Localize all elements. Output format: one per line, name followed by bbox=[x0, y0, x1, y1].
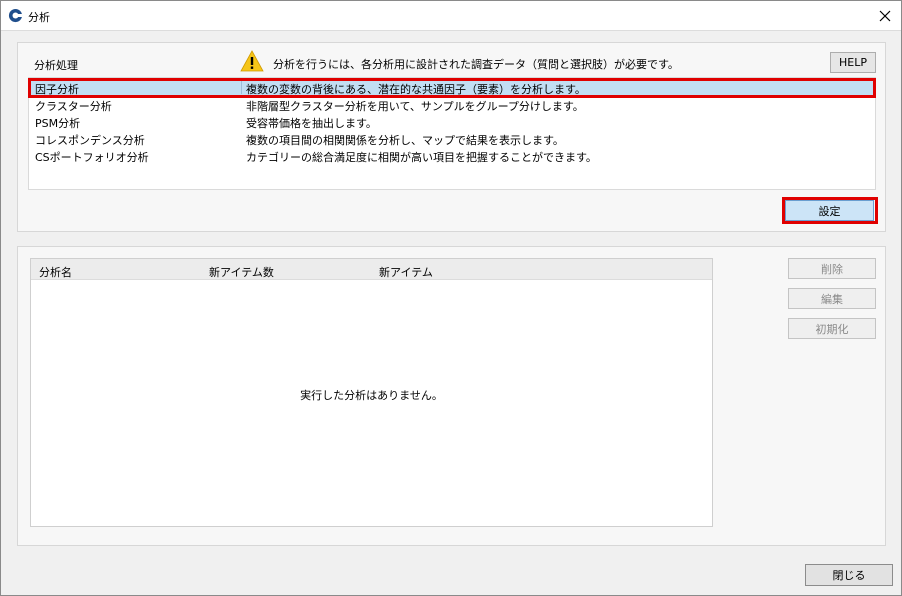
analysis-description: 複数の項目間の相関関係を分析し、マップで結果を表示します。 bbox=[246, 134, 564, 147]
column-header-new-item-count[interactable]: 新アイテム数 bbox=[209, 264, 274, 280]
analysis-type-list[interactable]: 因子分析 複数の変数の背後にある、潜在的な共通因子（要素）を分析します。 クラス… bbox=[28, 77, 876, 190]
analysis-name: 因子分析 bbox=[35, 83, 79, 96]
analysis-name: CSポートフォリオ分析 bbox=[35, 151, 149, 164]
help-button[interactable]: HELP bbox=[830, 52, 876, 73]
analysis-name: PSM分析 bbox=[35, 117, 81, 130]
close-icon bbox=[879, 10, 891, 21]
delete-button[interactable]: 削除 bbox=[788, 258, 876, 279]
window-title: 分析 bbox=[28, 11, 50, 24]
list-item[interactable]: PSM分析 受容帯価格を抽出します。 bbox=[29, 113, 875, 130]
title-bar: 分析 bbox=[1, 1, 901, 31]
analysis-dialog: 分析 分析処理 分析を行うには、各分析用に設計された調査データ（質問と選択肢）が… bbox=[0, 0, 902, 596]
analysis-app-icon bbox=[8, 8, 23, 23]
list-item[interactable]: クラスター分析 非階層型クラスター分析を用いて、サンプルをグループ分けします。 bbox=[29, 96, 875, 113]
analysis-description: 非階層型クラスター分析を用いて、サンプルをグループ分けします。 bbox=[246, 100, 584, 113]
analysis-type-panel: 分析処理 分析を行うには、各分析用に設計された調査データ（質問と選択肢）が必要で… bbox=[17, 42, 886, 232]
list-item[interactable]: コレスポンデンス分析 複数の項目間の相関関係を分析し、マップで結果を表示します。 bbox=[29, 130, 875, 147]
close-button[interactable]: 閉じる bbox=[805, 564, 893, 586]
list-item[interactable]: 因子分析 複数の変数の背後にある、潜在的な共通因子（要素）を分析します。 bbox=[29, 79, 875, 96]
analysis-description: カテゴリーの総合満足度に相関が高い項目を把握することができます。 bbox=[246, 151, 597, 164]
settings-button[interactable]: 設定 bbox=[785, 200, 874, 221]
warning-message: 分析を行うには、各分析用に設計された調査データ（質問と選択肢）が必要です。 bbox=[273, 58, 679, 71]
edit-button[interactable]: 編集 bbox=[788, 288, 876, 309]
results-panel: 分析名 新アイテム数 新アイテム 実行した分析はありません。 削除 編集 初期化 bbox=[17, 246, 886, 546]
warning-triangle-icon bbox=[240, 50, 264, 72]
column-header-analysis-name[interactable]: 分析名 bbox=[39, 264, 72, 280]
analysis-name: コレスポンデンス分析 bbox=[35, 134, 145, 147]
table-header: 分析名 新アイテム数 新アイテム bbox=[31, 259, 712, 280]
window-close-button[interactable] bbox=[869, 1, 901, 30]
results-table[interactable]: 分析名 新アイテム数 新アイテム 実行した分析はありません。 bbox=[30, 258, 713, 527]
analysis-name: クラスター分析 bbox=[35, 100, 112, 113]
column-header-new-item[interactable]: 新アイテム bbox=[379, 264, 433, 280]
analysis-panel-label: 分析処理 bbox=[34, 59, 78, 72]
analysis-description: 複数の変数の背後にある、潜在的な共通因子（要素）を分析します。 bbox=[246, 83, 586, 96]
empty-message: 実行した分析はありません。 bbox=[300, 389, 443, 402]
list-item[interactable]: CSポートフォリオ分析 カテゴリーの総合満足度に相関が高い項目を把握することがで… bbox=[29, 147, 875, 164]
analysis-description: 受容帯価格を抽出します。 bbox=[246, 117, 377, 130]
reset-button[interactable]: 初期化 bbox=[788, 318, 876, 339]
